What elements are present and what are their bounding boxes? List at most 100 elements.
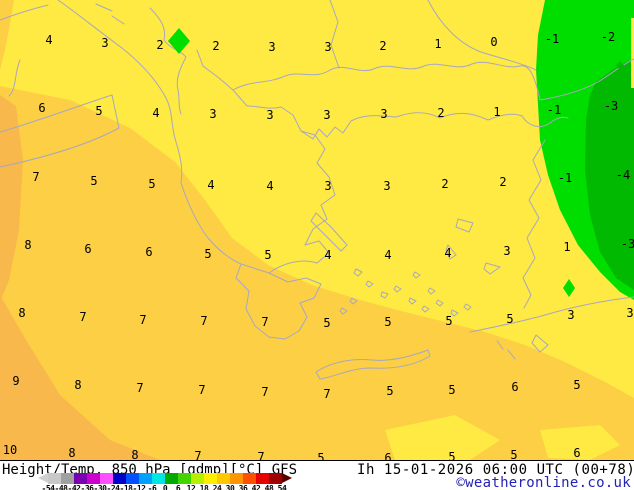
colorbar-tick-label: -6: [148, 484, 157, 490]
temp-value-label: 0: [490, 35, 497, 49]
colorbar-segment: [126, 473, 139, 484]
temp-value-label: 2: [441, 177, 448, 191]
colorbar-tick-label: -18: [120, 484, 133, 490]
temp-value-label: 5: [506, 312, 513, 326]
temp-value-label: 5: [510, 448, 517, 460]
temp-value-label: 4: [384, 248, 391, 262]
colorbar-tick-label: 0: [163, 484, 167, 490]
temp-value-label: 3: [383, 179, 390, 193]
temp-value-label: -4: [616, 168, 630, 182]
temp-value-label: 1: [563, 240, 570, 254]
colorbar-segment: [139, 473, 152, 484]
temp-value-label: 6: [384, 451, 391, 460]
temp-value-label: 5: [384, 315, 391, 329]
temp-value-label: 9: [12, 374, 19, 388]
temp-value-label: 3: [380, 107, 387, 121]
colorbar-right-arrow: [282, 473, 292, 483]
temp-value-label: 3: [323, 108, 330, 122]
colorbar-segment: [152, 473, 165, 484]
colorbar-tick-label: 42: [252, 484, 261, 490]
temp-value-label: 5: [204, 247, 211, 261]
colorbar-tick-label: -48: [55, 484, 68, 490]
temp-value-label: 2: [379, 39, 386, 53]
colorbar-segment: [191, 473, 204, 484]
colorbar-tick-label: -24: [107, 484, 120, 490]
temp-value-label: 5: [95, 104, 102, 118]
temp-value-label: 5: [448, 383, 455, 397]
temp-value-label: 8: [68, 446, 75, 460]
temp-value-label: 3: [209, 107, 216, 121]
green-dot-marker: [616, 61, 624, 70]
colorbar-tick-label: 48: [265, 484, 274, 490]
temp-value-label: 5: [148, 177, 155, 191]
temp-value-label: 3: [101, 36, 108, 50]
colorbar-tick-label: 6: [176, 484, 180, 490]
temp-value-label: 3: [503, 244, 510, 258]
colorbar-segment: [113, 473, 126, 484]
temp-value-label: 10: [3, 443, 17, 457]
temp-value-label: 7: [136, 381, 143, 395]
temp-value-label: 3: [324, 179, 331, 193]
colorbar-tick-label: -12: [133, 484, 146, 490]
temp-value-label: 5: [323, 316, 330, 330]
colorbar-segment: [87, 473, 100, 484]
colorbar-tick-label: -42: [68, 484, 81, 490]
temp-value-label: 6: [84, 242, 91, 256]
temp-value-label: 6: [511, 380, 518, 394]
temp-value-label: 8: [18, 306, 25, 320]
temp-value-label: 5: [317, 451, 324, 460]
colorbar-segment: [256, 473, 269, 484]
temp-value-label: 5: [386, 384, 393, 398]
copyright-link[interactable]: ©weatheronline.co.uk: [456, 475, 631, 490]
colorbar-segment: [48, 473, 61, 484]
colorbar-segment: [61, 473, 74, 484]
colorbar-tick-label: 36: [239, 484, 248, 490]
colorbar-segment: [269, 473, 282, 484]
temp-value-label: 7: [261, 385, 268, 399]
colorbar-segment: [100, 473, 113, 484]
temp-value-label: -1: [558, 171, 572, 185]
temp-value-label: 7: [198, 383, 205, 397]
map-footer: Height/Temp. 850 hPa [gdmp][°C] GFS -54-…: [0, 460, 634, 490]
colorbar-tick-label: 30: [226, 484, 235, 490]
temp-value-label: 3: [268, 40, 275, 54]
weather-map: 432233210-1-2654333321-1-3755443322-1-48…: [0, 0, 634, 460]
temp-value-label: 5: [448, 450, 455, 460]
temp-value-label: -3: [604, 99, 618, 113]
temp-value-label: -1: [545, 32, 559, 46]
colorbar-segment: [230, 473, 243, 484]
colorbar-tick-label: 24: [213, 484, 222, 490]
colorbar-tick-label: -54: [42, 484, 55, 490]
temp-value-label: 2: [437, 106, 444, 120]
temp-value-label: 8: [24, 238, 31, 252]
temp-value-label: 3: [626, 306, 633, 320]
temp-value-label: 5: [90, 174, 97, 188]
colorbar-segments: [48, 473, 282, 484]
temp-value-label: 4: [207, 178, 214, 192]
temp-value-label: 4: [152, 106, 159, 120]
temp-value-label: 1: [434, 37, 441, 51]
temp-value-label: 7: [139, 313, 146, 327]
temp-value-label: 7: [200, 314, 207, 328]
green-diamond-marker-large: [168, 28, 190, 54]
temp-value-label: 3: [324, 40, 331, 54]
colorbar-segment: [204, 473, 217, 484]
colorbar-segment: [74, 473, 87, 484]
value-layer: 432233210-1-2654333321-1-3755443322-1-48…: [0, 0, 634, 460]
temp-value-label: 7: [261, 315, 268, 329]
temp-value-label: 6: [573, 446, 580, 460]
green-diamond-marker-small: [563, 279, 575, 297]
temp-value-label: 5: [573, 378, 580, 392]
temp-value-label: 2: [212, 39, 219, 53]
temp-value-label: 6: [38, 101, 45, 115]
temp-value-label: 7: [257, 450, 264, 460]
temp-value-label: 5: [445, 314, 452, 328]
colorbar-segment: [217, 473, 230, 484]
temp-value-label: 3: [567, 308, 574, 322]
temp-value-label: 3: [266, 108, 273, 122]
colorbar-tick-label: -30: [94, 484, 107, 490]
temp-value-label: 4: [444, 246, 451, 260]
colorbar-tick-label: -36: [81, 484, 94, 490]
weather-map-screenshot: 432233210-1-2654333321-1-3755443322-1-48…: [0, 0, 634, 490]
temp-value-label: 2: [499, 175, 506, 189]
